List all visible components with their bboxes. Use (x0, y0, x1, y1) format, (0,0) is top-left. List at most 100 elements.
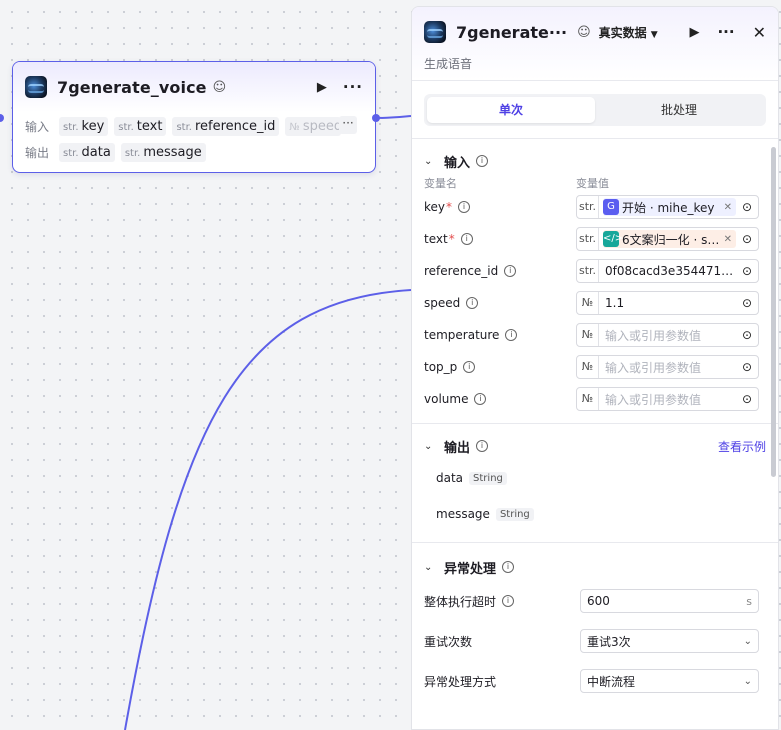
panel-more-button[interactable]: ··· (717, 23, 734, 41)
close-icon[interactable]: ✕ (753, 23, 766, 42)
tab-single[interactable]: 单次 (427, 97, 595, 123)
param-input-text[interactable]: str. </> 6文案归一化 · su··· ✕ ⊙ (576, 227, 759, 251)
outputs-label: 输出 (25, 145, 50, 160)
reference-target-icon[interactable]: ⊙ (736, 264, 758, 278)
edge-out (375, 115, 412, 119)
node-output-tag: str. message (120, 142, 206, 162)
param-placeholder[interactable]: 输入或引用参数值 (599, 391, 736, 408)
column-header: 变量名 变量值 (424, 177, 609, 190)
chevron-down-icon[interactable]: ⌄ (424, 156, 440, 167)
robot-icon: ☺ (577, 24, 591, 40)
node-output-tag: str. data (59, 142, 115, 162)
type-selector[interactable]: № (577, 356, 599, 378)
output-item: data String (412, 460, 778, 496)
code-node-icon: </> (603, 231, 623, 247)
panel-title: 7generate··· (456, 22, 568, 42)
chevron-down-icon: ⌄ (743, 675, 752, 687)
param-input-volume[interactable]: № 输入或引用参数值 ⊙ (576, 387, 759, 411)
type-selector[interactable]: str. (577, 196, 599, 218)
divider (412, 423, 778, 424)
reference-target-icon[interactable]: ⊙ (736, 360, 758, 374)
node-input-tag: str. key (59, 116, 109, 136)
tab-batch[interactable]: 批处理 (595, 97, 763, 123)
info-icon[interactable]: i (463, 361, 476, 373)
node-title: 7generate_voice (57, 77, 207, 97)
info-icon[interactable]: i (476, 440, 489, 452)
reference-target-icon[interactable]: ⊙ (736, 200, 758, 214)
error-section-header[interactable]: ⌄ 异常处理 i (412, 553, 778, 581)
retry-row: 重试次数 重试3次 ⌄ (412, 621, 778, 661)
info-icon[interactable]: i (505, 329, 518, 341)
param-placeholder[interactable]: 输入或引用参数值 (599, 327, 736, 344)
param-input-top-p[interactable]: № 输入或引用参数值 ⊙ (576, 355, 759, 379)
node-input-tag: str. reference_id (172, 116, 280, 136)
input-section-header[interactable]: ⌄ 输入 i (412, 147, 778, 175)
param-input-reference-id[interactable]: str. 0f08cacd3e354471a··· ⊙ (576, 259, 759, 283)
info-icon[interactable]: i (466, 297, 479, 309)
type-selector[interactable]: № (577, 324, 599, 346)
timeout-input[interactable]: 600 s (580, 589, 759, 613)
param-row-top-p: top_p i № 输入或引用参数值 ⊙ (412, 351, 778, 383)
generate-voice-node[interactable]: 7generate_voice ☺ ▶ ··· 输入 str. key str. t… (12, 61, 376, 173)
start-node-icon: G (603, 199, 619, 215)
info-icon[interactable]: i (504, 265, 517, 277)
node-more-button[interactable]: ··· (343, 78, 363, 96)
error-method-row: 异常处理方式 中断流程 ⌄ (412, 661, 778, 701)
param-input-key[interactable]: str. G 开始 · mihe_key ✕ ⊙ (576, 195, 759, 219)
param-row-text: text * i str. </> 6文案归一化 · su··· ✕ ⊙ (412, 223, 778, 255)
run-button[interactable]: ▶ (689, 25, 699, 40)
type-selector[interactable]: str. (577, 260, 599, 282)
reference-chip[interactable]: </> 6文案归一化 · su··· ✕ (603, 230, 736, 248)
info-icon[interactable]: i (476, 155, 489, 167)
view-example-link[interactable]: 查看示例 (718, 438, 766, 455)
param-row-volume: volume i № 输入或引用参数值 ⊙ (412, 383, 778, 415)
chevron-down-icon[interactable]: ⌄ (424, 562, 440, 573)
divider (412, 138, 778, 139)
remove-icon[interactable]: ✕ (724, 234, 732, 245)
param-row-key: key * i str. G 开始 · mihe_key ✕ ⊙ (412, 191, 778, 223)
info-icon[interactable]: i (502, 561, 515, 573)
param-row-reference-id: reference_id i str. 0f08cacd3e354471a··· … (412, 255, 778, 287)
panel-description: 生成语音 (424, 57, 473, 71)
node-outputs-row: 输出 str. data str. message (13, 140, 375, 164)
plugin-logo-icon (25, 76, 47, 98)
output-item: message String (412, 496, 778, 532)
run-node-button[interactable]: ▶ (317, 80, 327, 95)
param-row-temperature: temperature i № 输入或引用参数值 ⊙ (412, 319, 778, 351)
divider (412, 542, 778, 543)
panel-scrollbar[interactable] (771, 147, 776, 477)
type-badge: String (495, 507, 534, 521)
type-selector[interactable]: № (577, 292, 599, 314)
param-input-speed[interactable]: № 1.1 ⊙ (576, 291, 759, 315)
node-input-tag: № speed (285, 116, 342, 136)
node-inputs-row: 输入 str. key str. text str. reference_id № sp… (13, 114, 375, 138)
param-value[interactable]: 0f08cacd3e354471a··· (599, 264, 736, 278)
node-header: 7generate_voice ☺ ▶ ··· (13, 62, 375, 112)
node-config-panel: 7generate··· ☺ 真实数据 ▼ ▶ ··· ✕ 生成语音 单次 批处理… (411, 6, 779, 730)
info-icon[interactable]: i (460, 233, 473, 245)
param-value[interactable]: 1.1 (599, 296, 736, 310)
reference-target-icon[interactable]: ⊙ (736, 328, 758, 342)
node-input-tag: str. text (114, 116, 167, 136)
reference-target-icon[interactable]: ⊙ (736, 232, 758, 246)
remove-icon[interactable]: ✕ (724, 202, 732, 213)
info-icon[interactable]: i (502, 595, 515, 607)
reference-target-icon[interactable]: ⊙ (736, 392, 758, 406)
type-selector[interactable]: str. (577, 228, 599, 250)
error-method-select[interactable]: 中断流程 ⌄ (580, 669, 759, 693)
param-placeholder[interactable]: 输入或引用参数值 (599, 359, 736, 376)
param-row-speed: speed i № 1.1 ⊙ (412, 287, 778, 319)
data-mode-select[interactable]: 真实数据 ▼ (599, 24, 658, 41)
reference-target-icon[interactable]: ⊙ (736, 296, 758, 310)
inputs-more-button[interactable]: ··· (339, 116, 357, 134)
retry-select[interactable]: 重试3次 ⌄ (580, 629, 759, 653)
node-input-port[interactable] (0, 114, 4, 122)
chevron-down-icon[interactable]: ⌄ (424, 441, 440, 452)
node-output-port[interactable] (372, 114, 380, 122)
reference-chip[interactable]: G 开始 · mihe_key ✕ (603, 198, 736, 216)
type-selector[interactable]: № (577, 388, 599, 410)
param-input-temperature[interactable]: № 输入或引用参数值 ⊙ (576, 323, 759, 347)
output-section-header[interactable]: ⌄ 输出 i 查看示例 (412, 432, 778, 460)
info-icon[interactable]: i (474, 393, 487, 405)
info-icon[interactable]: i (458, 201, 471, 213)
